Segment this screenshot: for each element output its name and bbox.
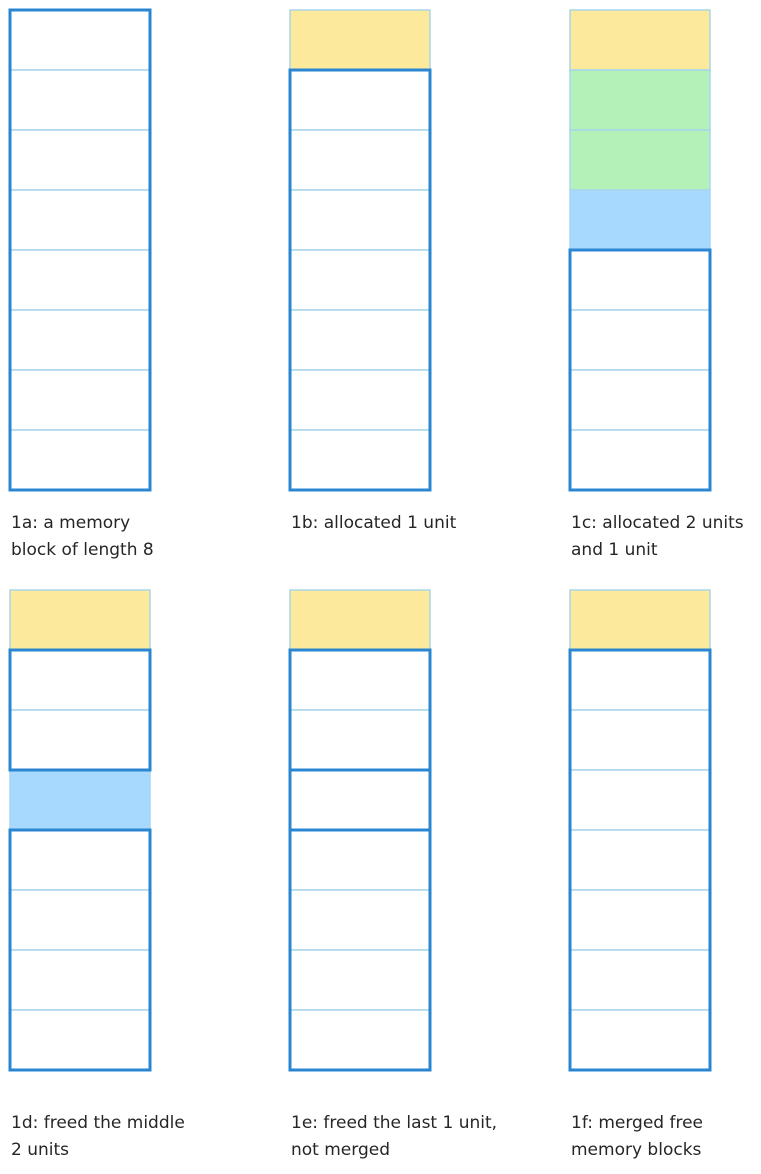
memory-unit-free [9,949,151,1011]
memory-unit-allocated [9,589,151,651]
memory-unit-free [9,649,151,711]
memory-panel-1b [288,9,432,492]
memory-panel-1e [288,589,432,1072]
memory-unit-free [289,829,431,891]
memory-unit-free [569,949,711,1011]
memory-unit-free [9,1009,151,1071]
memory-unit-free [289,769,431,831]
memory-unit-free [569,709,711,771]
memory-unit-free [289,709,431,771]
memory-unit-free [9,889,151,951]
memory-unit-free [289,369,431,431]
memory-unit-free [9,369,151,431]
memory-unit-free [289,249,431,311]
memory-unit-free [289,889,431,951]
memory-panel-1d [8,589,152,1072]
memory-unit-allocated [569,189,711,251]
memory-unit-free [569,309,711,371]
memory-unit-free [289,429,431,491]
memory-unit-free [9,309,151,371]
memory-unit-free [289,1009,431,1071]
memory-unit-free [289,649,431,711]
caption-1b: 1b: allocated 1 unit [291,513,457,533]
memory-unit-free [289,949,431,1011]
memory-unit-free [569,249,711,311]
memory-unit-free [9,709,151,771]
memory-unit-free [9,829,151,891]
memory-unit-free [569,369,711,431]
caption-1a: 1a: a memory block of length 8 [11,513,154,560]
memory-unit-free [569,649,711,711]
memory-unit-free [9,129,151,191]
memory-unit-free [9,69,151,131]
memory-unit-allocated [569,69,711,131]
memory-unit-free [289,189,431,251]
memory-unit-free [9,9,151,71]
memory-unit-free [9,249,151,311]
memory-panel-1c [568,9,712,492]
memory-unit-free [9,189,151,251]
memory-unit-free [289,129,431,191]
memory-unit-allocated [9,769,151,831]
memory-unit-free [289,309,431,371]
caption-1e: 1e: freed the last 1 unit, not merged [291,1113,498,1160]
memory-unit-allocated [289,589,431,651]
memory-unit-free [569,769,711,831]
memory-unit-free [289,69,431,131]
memory-unit-free [569,429,711,491]
memory-unit-free [569,889,711,951]
memory-unit-allocated [569,9,711,71]
memory-allocation-diagram [8,8,712,1072]
memory-unit-allocated [569,589,711,651]
memory-panel-1a [8,8,152,492]
memory-unit-allocated [289,9,431,71]
caption-1c: 1c: allocated 2 units and 1 unit [571,513,744,560]
memory-unit-free [569,1009,711,1071]
memory-unit-allocated [569,129,711,191]
memory-unit-free [9,429,151,491]
caption-1f: 1f: merged free memory blocks [571,1113,703,1160]
memory-panel-1f [568,589,712,1072]
caption-1d: 1d: freed the middle 2 units [11,1113,185,1160]
memory-unit-free [569,829,711,891]
